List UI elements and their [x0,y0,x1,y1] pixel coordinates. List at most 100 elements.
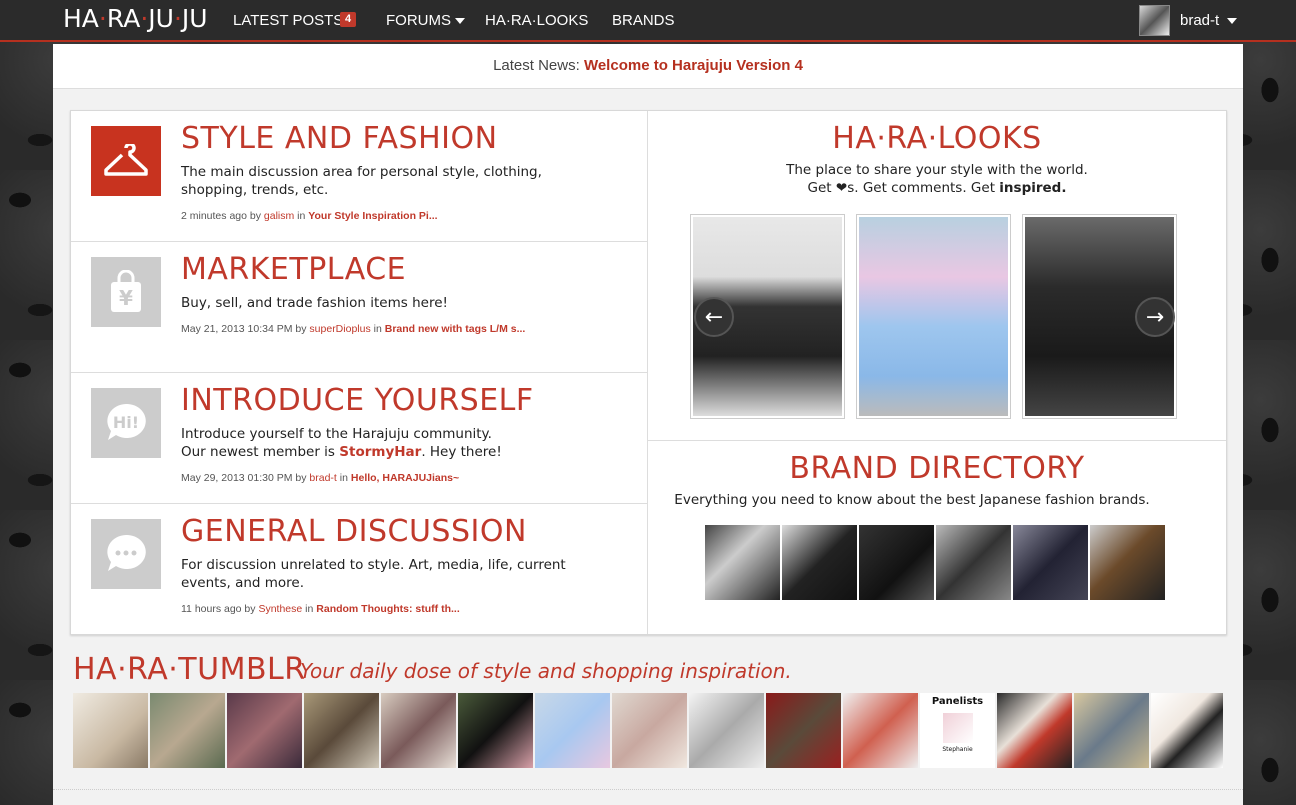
forum-item-general-discussion[interactable]: GENERAL DISCUSSION For discussion unrela… [71,504,647,635]
sidebar-features: HA·RA·LOOKS The place to share your styl… [648,111,1226,634]
last-post-user-link[interactable]: galism [264,210,294,222]
main-panel: STYLE AND FASHION The main discussion ar… [70,110,1227,635]
brand-thumbnail[interactable] [782,525,857,600]
haralooks-title[interactable]: HA·RA·LOOKS [648,121,1226,156]
tumblr-thumbnail[interactable] [997,693,1072,768]
svg-text:Hi!: Hi! [113,413,139,432]
top-navbar: HA·RA·JU·JU LATEST POSTS 4 FORUMS HA·RA·… [0,0,1296,42]
forum-description: The main discussion area for personal st… [181,164,542,198]
site-logo[interactable]: HA·RA·JU·JU [63,4,208,33]
tumblr-thumbnail[interactable]: Panelists Stephanie [920,693,995,768]
tumblr-thumbnail[interactable] [381,693,456,768]
hanger-icon [91,126,161,196]
tumblr-panel-name: Stephanie [942,746,973,753]
forum-item-introduce-yourself[interactable]: Hi! INTRODUCE YOURSELF Introduce yoursel… [71,373,647,504]
tumblr-thumbnail[interactable] [689,693,764,768]
tumblr-thumbnail[interactable] [150,693,225,768]
tumblr-thumbnail[interactable] [535,693,610,768]
brand-thumbnail[interactable] [1013,525,1088,600]
newest-member-link[interactable]: StormyHar [339,444,421,460]
newest-member-suffix: . Hey there! [421,444,502,460]
forum-description: Buy, sell, and trade fashion items here! [181,295,448,311]
tumblr-thumbnail[interactable] [766,693,841,768]
tumblr-thumbnail[interactable] [1074,693,1149,768]
section-divider [648,440,1226,441]
tumblr-thumbnail[interactable] [227,693,302,768]
last-post-time: May 29, 2013 01:30 PM by [181,472,307,484]
nav-haralooks[interactable]: HA·RA·LOOKS [485,12,588,29]
carousel-prev-button[interactable]: ← [694,297,734,337]
news-headline-link[interactable]: Welcome to Harajuju Version 4 [584,57,803,74]
last-post-user-link[interactable]: superDioplus [309,323,370,335]
last-post-thread-link[interactable]: Hello, HARAJUJians~ [351,472,459,484]
last-post-user-link[interactable]: brad-t [309,472,336,484]
look-photo[interactable] [856,214,1011,419]
haratumblr-title[interactable]: HA·RA·TUMBLR [73,652,306,687]
brand-thumbnail[interactable] [1090,525,1165,600]
tumblr-thumbnail[interactable] [1151,693,1223,768]
tumblr-thumbnail[interactable] [458,693,533,768]
nav-latest-posts[interactable]: LATEST POSTS [233,12,343,29]
forum-last-post: 2 minutes ago by galism in Your Style In… [181,210,438,222]
tumblr-thumbnail[interactable] [612,693,687,768]
last-post-thread-link[interactable]: Random Thoughts: stuff th... [316,603,459,615]
last-post-user-link[interactable]: Synthese [258,603,302,615]
tumblr-thumbnail[interactable] [73,693,148,768]
forum-description-line: Introduce yourself to the Harajuju commu… [181,426,492,442]
page-container: Latest News: Welcome to Harajuju Version… [53,44,1243,805]
chat-bubble-icon [91,519,161,589]
last-post-thread-link[interactable]: Brand new with tags L/M s... [385,323,526,335]
desc-mid: s. Get comments. Get [847,180,995,196]
last-post-time: May 21, 2013 10:34 PM by [181,323,307,335]
last-post-in: in [373,323,382,335]
nav-forums[interactable]: FORUMS [386,12,465,29]
forum-description: For discussion unrelated to style. Art, … [181,557,566,591]
shopping-bag-yen-icon: ¥ [91,257,161,327]
last-post-time: 2 minutes ago by [181,210,261,222]
forum-title[interactable]: MARKETPLACE [181,252,406,287]
forum-last-post: 11 hours ago by Synthese in Random Thoug… [181,603,460,615]
logo-part: JU [148,4,174,33]
brand-directory-title[interactable]: BRAND DIRECTORY [648,451,1226,486]
last-post-thread-link[interactable]: Your Style Inspiration Pi... [308,210,437,222]
logo-part: HA [63,4,99,33]
haralooks-desc-line2: Get ❤s. Get comments. Get inspired. [648,179,1226,197]
forum-description: Introduce yourself to the Harajuju commu… [181,425,601,461]
last-post-in: in [305,603,314,615]
latest-news-bar: Latest News: Welcome to Harajuju Version… [53,44,1243,89]
user-avatar[interactable] [1139,5,1170,36]
forum-item-marketplace[interactable]: ¥ MARKETPLACE Buy, sell, and trade fashi… [71,242,647,373]
forum-title[interactable]: STYLE AND FASHION [181,121,498,156]
user-menu[interactable]: brad-t [1180,12,1238,29]
latest-posts-count-badge: 4 [340,12,356,27]
forum-title[interactable]: INTRODUCE YOURSELF [181,383,534,418]
chevron-down-icon [1227,18,1238,25]
tumblr-panel-text: Panelists [931,696,984,707]
user-name: brad-t [1180,12,1220,29]
tumblr-thumbnail[interactable] [304,693,379,768]
brand-thumbnail[interactable] [705,525,780,600]
heart-icon: ❤ [835,180,848,196]
brand-thumbnail[interactable] [936,525,1011,600]
tumblr-panel-photo [942,713,973,743]
forum-item-style-and-fashion[interactable]: STYLE AND FASHION The main discussion ar… [71,111,647,242]
brand-thumbnail[interactable] [859,525,934,600]
last-post-time: 11 hours ago by [181,603,256,615]
hi-speech-bubble-icon: Hi! [91,388,161,458]
tumblr-thumbnail[interactable] [843,693,918,768]
haralooks-desc-line: The place to share your style with the w… [786,162,1088,178]
news-label: Latest News: [493,57,580,74]
footer-divider [53,789,1243,790]
brand-directory-description: Everything you need to know about the be… [674,492,1150,508]
desc-get: Get [807,180,832,196]
logo-part: JU [181,4,208,33]
forum-title[interactable]: GENERAL DISCUSSION [181,514,527,549]
svg-text:¥: ¥ [119,286,133,310]
nav-forums-label: FORUMS [386,12,451,29]
newest-member-prefix: Our newest member is [181,444,335,460]
haratumblr-tagline: Your daily dose of style and shopping in… [300,659,792,683]
last-post-in: in [297,210,306,222]
nav-brands[interactable]: BRANDS [612,12,675,29]
forum-last-post: May 21, 2013 10:34 PM by superDioplus in… [181,323,525,335]
carousel-next-button[interactable]: → [1135,297,1175,337]
